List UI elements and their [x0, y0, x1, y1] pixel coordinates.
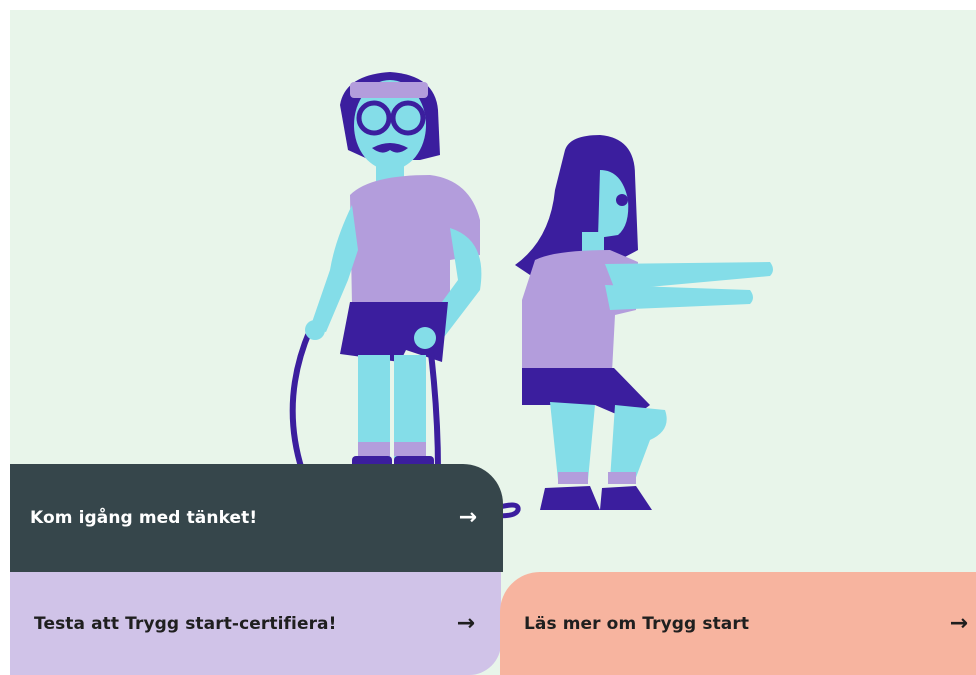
link-certification-label: Testa att Trygg start-certifiera!	[34, 613, 337, 634]
link-read-more[interactable]: Läs mer om Trygg start →	[500, 572, 976, 675]
link-get-started-label: Kom igång med tänket!	[30, 508, 258, 528]
arrow-right-icon: →	[458, 505, 477, 530]
link-get-started[interactable]: Kom igång med tänket! →	[10, 464, 503, 572]
link-read-more-label: Läs mer om Trygg start	[524, 613, 750, 634]
link-certification[interactable]: Testa att Trygg start-certifiera! →	[10, 572, 501, 675]
arrow-right-icon: →	[456, 610, 475, 636]
arrow-right-icon: →	[949, 610, 968, 636]
woman-figure	[515, 135, 773, 510]
man-figure	[289, 72, 521, 519]
